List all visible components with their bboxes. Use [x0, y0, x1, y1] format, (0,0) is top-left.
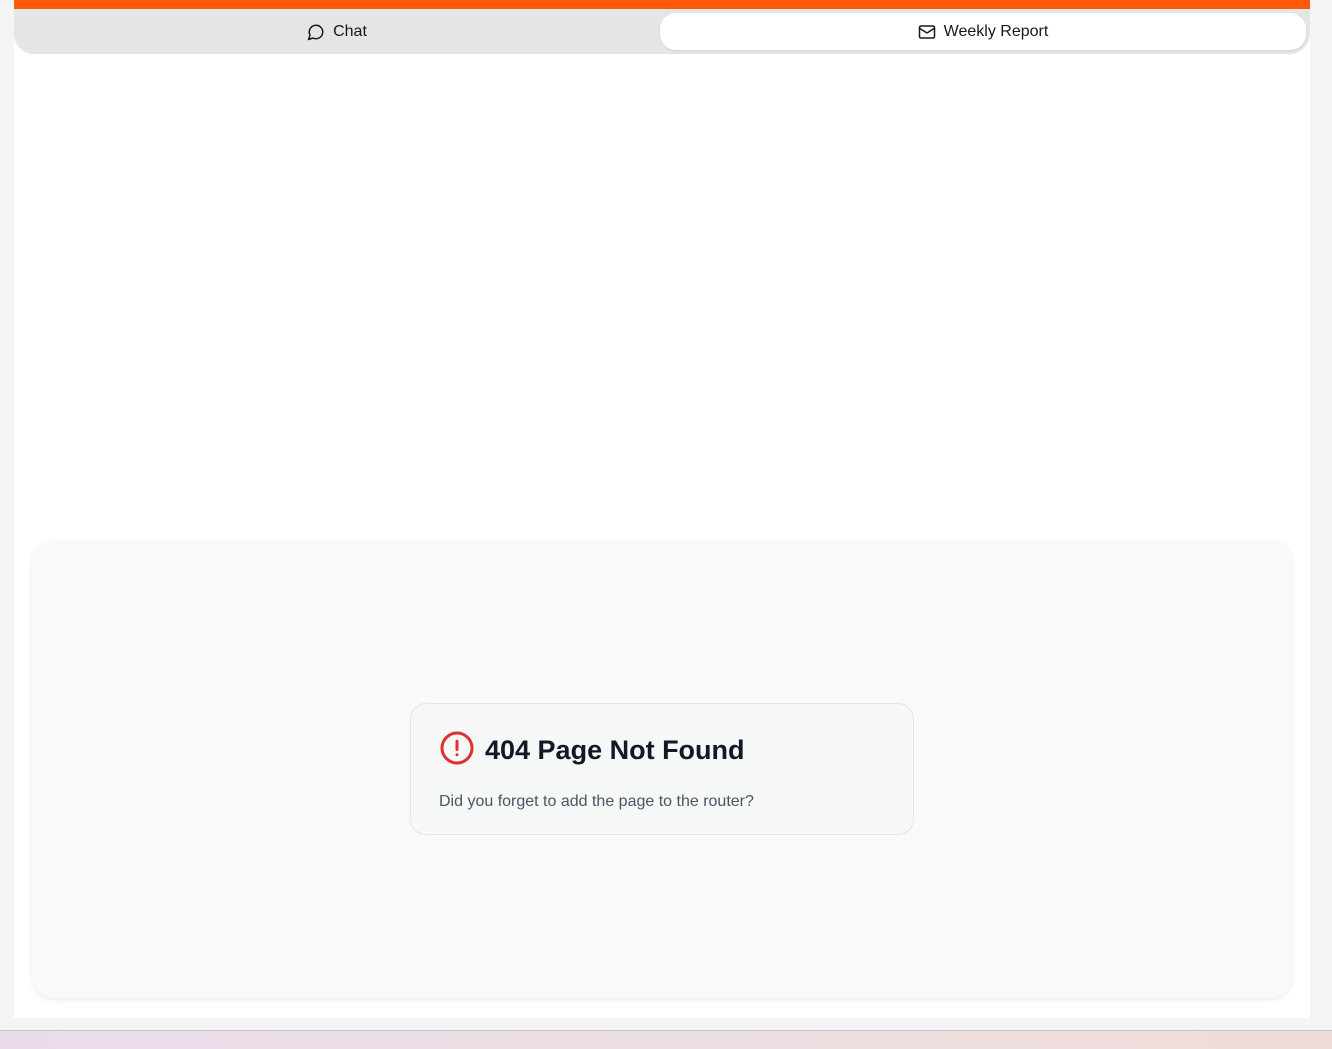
tab-weekly-report-label: Weekly Report: [943, 22, 1049, 40]
tab-weekly-report[interactable]: Weekly Report: [660, 13, 1306, 50]
content-panel: 404 Page Not Found Did you forget to add…: [32, 540, 1292, 998]
alert-circle-icon: [439, 730, 475, 771]
tab-bar: Chat Weekly Report: [14, 9, 1310, 54]
chat-bubble-icon: [307, 23, 325, 41]
error-header: 404 Page Not Found: [439, 730, 885, 771]
error-card: 404 Page Not Found Did you forget to add…: [410, 703, 914, 835]
app-frame: Chat Weekly Report 404 Page Not Found Di…: [14, 0, 1310, 1018]
tab-chat[interactable]: Chat: [14, 13, 660, 50]
error-title: 404 Page Not Found: [485, 735, 745, 765]
mail-icon: [918, 23, 936, 41]
accent-bar: [14, 0, 1310, 9]
tab-chat-label: Chat: [333, 22, 367, 40]
taskbar-strip: [0, 1030, 1332, 1049]
error-message: Did you forget to add the page to the ro…: [439, 793, 754, 810]
